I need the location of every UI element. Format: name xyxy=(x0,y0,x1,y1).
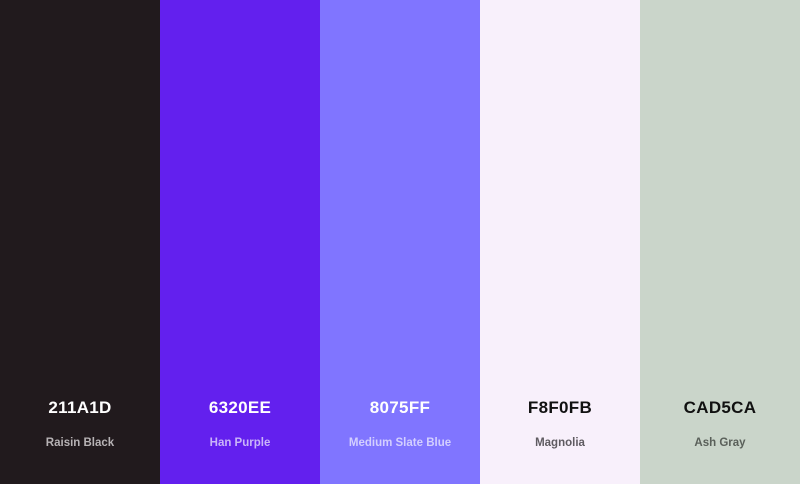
swatch-hex-code: 211A1D xyxy=(48,398,112,417)
color-palette: 211A1D Raisin Black 6320EE Han Purple 80… xyxy=(0,0,800,484)
swatch-hex-code: F8F0FB xyxy=(527,398,593,417)
swatch-hex-code: 8075FF xyxy=(369,398,431,417)
swatch-color-name: Medium Slate Blue xyxy=(348,437,452,449)
swatch-raisin-black[interactable]: 211A1D Raisin Black xyxy=(0,0,160,484)
swatch-magnolia[interactable]: F8F0FB Magnolia xyxy=(480,0,640,484)
swatch-color-name: Raisin Black xyxy=(45,437,115,449)
swatch-hex-code: CAD5CA xyxy=(683,398,757,417)
swatch-medium-slate-blue[interactable]: 8075FF Medium Slate Blue xyxy=(320,0,480,484)
swatch-color-name: Magnolia xyxy=(535,437,585,449)
swatch-hex-code: 6320EE xyxy=(208,398,272,417)
swatch-ash-gray[interactable]: CAD5CA Ash Gray xyxy=(640,0,800,484)
swatch-color-name: Han Purple xyxy=(209,437,271,449)
swatch-han-purple[interactable]: 6320EE Han Purple xyxy=(160,0,320,484)
swatch-color-name: Ash Gray xyxy=(694,437,746,449)
